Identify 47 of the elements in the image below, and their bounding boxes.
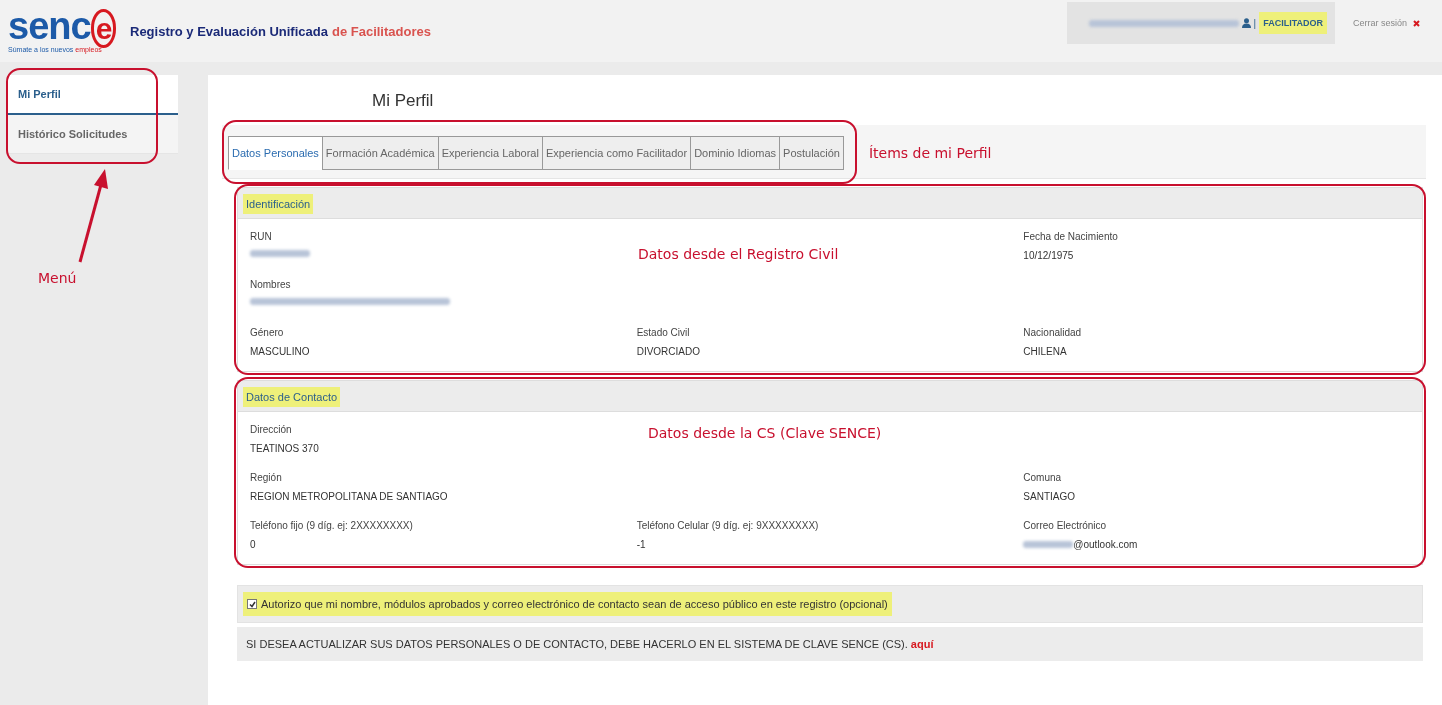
app-title-accent: de Facilitadores xyxy=(331,23,431,39)
field-value: MASCULINO xyxy=(250,346,310,357)
annotation-label: Datos desde el Registro Civil xyxy=(638,246,839,262)
tab[interactable]: Dominio Idiomas xyxy=(690,136,781,170)
annotation-label: Menú xyxy=(38,270,77,286)
field-label: Nacionalidad xyxy=(1023,327,1082,338)
page-title: Mi Perfil xyxy=(372,91,435,111)
field-label: Región xyxy=(250,472,282,483)
sidebar-item[interactable]: Histórico Solicitudes xyxy=(8,115,178,154)
field-label: RUN xyxy=(250,231,272,242)
app-title: Registro y Evaluación Unificada xyxy=(130,23,328,39)
field-value: DIVORCIADO xyxy=(636,346,700,357)
field-label: Fecha de Nacimiento xyxy=(1023,231,1118,242)
field-label: Dirección xyxy=(250,424,292,435)
checkbox[interactable] xyxy=(247,599,257,609)
field-value: 10/12/1975 xyxy=(1023,250,1074,261)
field-label: Teléfono Celular (9 díg. ej: 9XXXXXXXX) xyxy=(636,520,819,531)
user-icon xyxy=(1241,18,1251,28)
logout-link[interactable]: Cerrar sesión xyxy=(1352,18,1420,28)
tab[interactable]: Formación Académica xyxy=(321,136,439,170)
field-value: 0 xyxy=(250,539,256,550)
close-icon xyxy=(1413,19,1420,27)
field-label: Comuna xyxy=(1023,472,1062,483)
role-label: FACILITADOR xyxy=(1259,12,1327,34)
tab[interactable]: Experiencia Laboral xyxy=(437,136,543,170)
tab[interactable]: Postulación xyxy=(779,136,844,170)
separator: | xyxy=(1253,17,1257,29)
field-value: SANTIAGO xyxy=(1023,491,1075,502)
consent-checkbox[interactable]: Autorizo que mi nombre, módulos aprobados y correo electrónico de contacto sean de acceso público en este registro (opcional) xyxy=(243,592,892,616)
field-label: Nombres xyxy=(250,279,291,290)
field-label: Estado Civil xyxy=(636,327,690,338)
field-value: @outlook.com xyxy=(1023,539,1138,550)
tab[interactable]: Experiencia como Facilitador xyxy=(541,136,692,170)
field-value: REGION METROPOLITANA DE SANTIAGO xyxy=(250,491,448,502)
field-label: Correo Electrónico xyxy=(1023,520,1107,531)
tab[interactable]: Datos Personales xyxy=(228,136,323,170)
field-value: TEATINOS 370 xyxy=(250,443,319,454)
annotation-label: Ítems de mi Perfil xyxy=(868,145,992,161)
field-value: -1 xyxy=(636,539,646,550)
section-title: Datos de Contacto xyxy=(243,387,341,407)
field-value: CHILENA xyxy=(1023,346,1067,357)
update-link[interactable]: aquí xyxy=(910,638,934,650)
annotation-label: Datos desde la CS (Clave SENCE) xyxy=(648,425,882,441)
field-label: Teléfono fijo (9 díg. ej: 2XXXXXXXX) xyxy=(250,520,413,531)
field-label: Género xyxy=(250,327,284,338)
section-title: Identificación xyxy=(243,194,314,214)
notice-text: SI DESEA ACTUALIZAR SUS DATOS PERSONALES O DE CONTACTO, DEBE HACERLO EN EL SISTEMA DE CLAVE SENCE (CS). aquí xyxy=(237,627,1423,661)
